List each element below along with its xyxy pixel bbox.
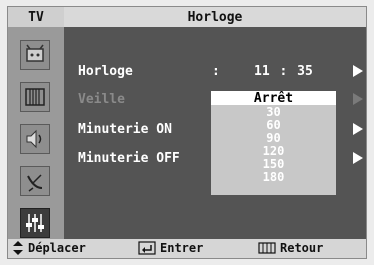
menu-title: Horloge (64, 7, 366, 27)
satellite-icon[interactable] (20, 166, 50, 196)
footer-back: Retour (258, 241, 323, 255)
menu-item-veille[interactable]: Veille (78, 92, 125, 107)
dropdown-option[interactable]: 120 (211, 144, 336, 158)
dropdown-option[interactable]: 30 (211, 105, 336, 119)
tv-osd-screen: TV Horloge Horloge: 11: 35 Veille Minu… (7, 6, 367, 259)
antenna-icon[interactable] (20, 40, 50, 70)
footer-back-label: Retour (280, 241, 324, 255)
dropdown-option[interactable]: 90 (211, 131, 336, 145)
enter-icon (138, 241, 156, 255)
sidebar (8, 27, 64, 241)
dropdown-selected-option[interactable]: Arrêt (211, 91, 336, 106)
dropdown-option[interactable]: 180 (211, 170, 336, 184)
return-icon (258, 242, 276, 254)
chevron-right-icon[interactable] (353, 93, 363, 105)
clock-value[interactable]: 11 : 35 (254, 64, 313, 79)
clock-separator: : (212, 64, 220, 79)
picture-icon[interactable] (20, 82, 50, 112)
menu-item-horloge[interactable]: Horloge (78, 64, 133, 79)
dropdown-option[interactable]: 150 (211, 157, 336, 171)
menu-panel: Horloge : 11 : 35 Veille Minuterie ON Mi… (64, 27, 366, 241)
footer-enter-label: Entrer (160, 241, 204, 255)
sound-icon[interactable] (20, 124, 50, 154)
up-down-arrow-icon (13, 241, 23, 255)
source-label: TV (8, 7, 64, 27)
chevron-right-icon[interactable] (353, 65, 363, 77)
setup-icon[interactable] (20, 208, 50, 238)
chevron-right-icon[interactable] (353, 152, 363, 164)
sleep-timer-dropdown[interactable]: Arrêt 30 60 90 120 150 180 (211, 91, 336, 195)
chevron-right-icon[interactable] (353, 123, 363, 135)
footer-move: Déplacer (12, 241, 86, 255)
dropdown-option[interactable]: 60 (211, 118, 336, 132)
footer-move-label: Déplacer (28, 241, 86, 255)
footer-bar: Déplacer Entrer Retour (8, 239, 366, 258)
menu-item-minuterie-on[interactable]: Minuterie ON (78, 122, 172, 137)
footer-enter: Entrer (138, 241, 203, 255)
menu-item-minuterie-off[interactable]: Minuterie OFF (78, 151, 180, 166)
